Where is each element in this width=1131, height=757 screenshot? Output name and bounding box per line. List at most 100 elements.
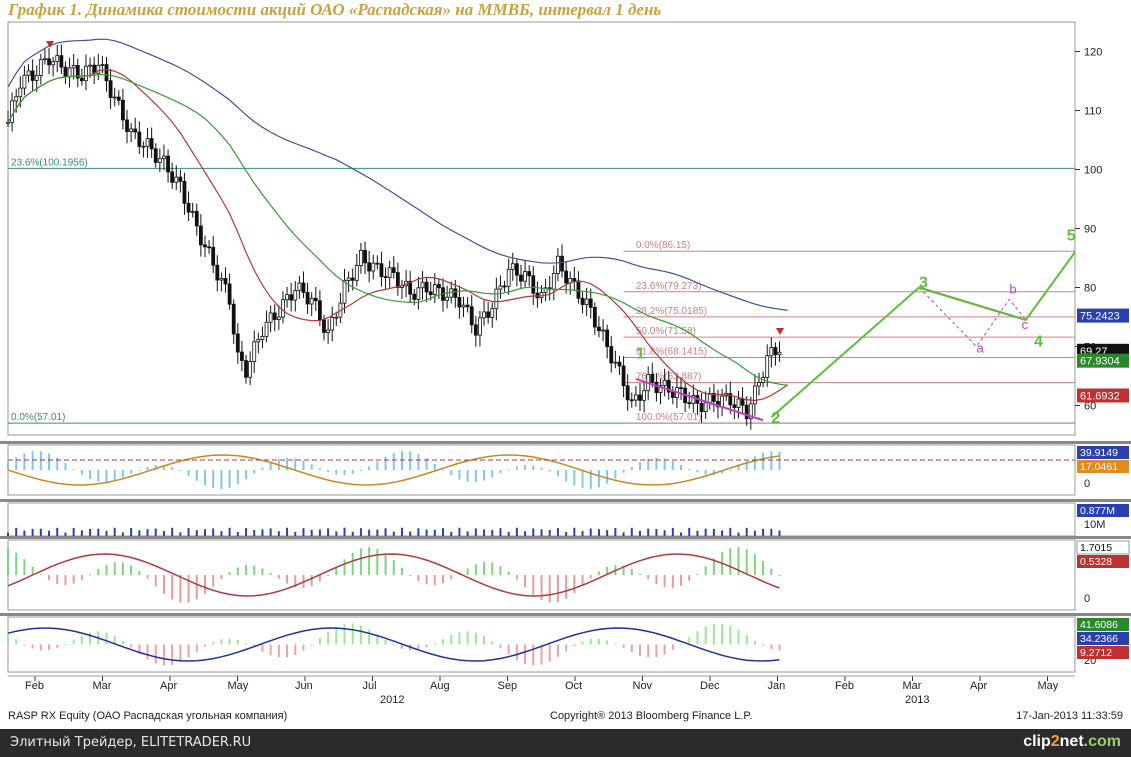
panel-bar	[335, 531, 338, 536]
panel-bar	[48, 530, 51, 536]
candle-body	[387, 267, 392, 278]
panel-bar	[179, 644, 182, 663]
panel-bar	[729, 548, 732, 575]
panel-bar	[228, 470, 231, 488]
candle-body	[112, 96, 117, 99]
candle-body	[354, 265, 359, 281]
panel-bar	[302, 460, 305, 470]
panel-bar	[524, 644, 527, 664]
panel-bar	[23, 530, 26, 536]
panel-bar	[589, 575, 592, 579]
panel-bar	[343, 470, 346, 476]
panel-bar	[343, 559, 346, 575]
candle-body	[453, 288, 458, 298]
candle-body	[597, 326, 601, 332]
panel-bar	[195, 530, 198, 536]
level-label: 23.6%(100.1956)	[11, 157, 88, 168]
panel-bar	[245, 643, 248, 645]
panel-bar	[614, 527, 617, 536]
panel-bar	[491, 562, 494, 575]
panel-bar	[417, 575, 420, 581]
candle-body	[305, 292, 310, 305]
panel-bar	[507, 469, 510, 471]
panel-bar	[499, 566, 502, 575]
candle-body	[162, 155, 166, 160]
candle-body	[769, 347, 774, 357]
panel-bar	[417, 528, 420, 536]
panel-bar	[540, 529, 543, 536]
candle-body	[605, 329, 610, 348]
panel-bar	[762, 528, 765, 536]
panel-bar	[15, 457, 18, 470]
panel-bar	[179, 470, 182, 472]
panel-bar	[327, 631, 330, 645]
panel-bar	[318, 638, 321, 645]
panel-bar	[236, 640, 239, 645]
panel-bar	[130, 565, 133, 575]
panel-bar	[704, 470, 707, 475]
panel-bar	[671, 461, 674, 470]
panel-bar	[400, 567, 403, 575]
candle-body	[621, 365, 626, 387]
candle-body	[149, 138, 154, 150]
candle-body	[449, 288, 454, 298]
panel-bar	[655, 529, 658, 536]
panel-bar	[187, 528, 190, 536]
panel-axis-label: 10M	[1084, 519, 1105, 531]
panel-bar	[228, 527, 231, 536]
panel-bar	[630, 527, 633, 536]
panel-bar	[392, 644, 395, 646]
panel-bar	[524, 575, 527, 588]
price-tag-label: 67.9304	[1080, 356, 1120, 368]
panel-bar	[56, 527, 59, 536]
panel-bar	[778, 644, 781, 651]
panel-bar	[171, 575, 174, 600]
candle-body	[633, 394, 638, 401]
panel-bar	[680, 643, 683, 645]
price-chart: 6070809010011012023.6%(100.1956)0.0%(57.…	[0, 21, 1131, 706]
panel-bar	[433, 575, 436, 586]
panel-bar	[195, 575, 198, 600]
candle-body	[137, 131, 142, 147]
panel-bar	[261, 467, 264, 470]
panel-bar	[499, 470, 502, 474]
panel-bar	[548, 529, 551, 536]
price-panel-frame	[7, 21, 1076, 436]
panel-bar	[302, 644, 305, 651]
panel-bar	[351, 531, 354, 536]
panel-bar	[770, 568, 773, 575]
candle-body	[248, 361, 253, 378]
price-tag-label: 61.6932	[1080, 391, 1120, 403]
panel-bar	[507, 644, 510, 655]
candle-body	[26, 70, 31, 76]
panel-bar	[15, 552, 18, 575]
candle-body	[194, 210, 199, 227]
panel-bar	[64, 463, 67, 470]
panel-bar	[581, 470, 584, 489]
panel-bar	[655, 575, 658, 585]
panel-bar	[359, 470, 362, 471]
candle-body	[629, 399, 634, 402]
candle-body	[170, 171, 175, 183]
wave-label: 3	[919, 275, 928, 292]
panel-bar	[368, 547, 371, 575]
candle-body	[276, 316, 281, 320]
candle-body	[379, 263, 384, 277]
candle-body	[67, 67, 72, 78]
panel-bar	[474, 470, 477, 483]
panel-bar	[409, 451, 412, 470]
candle-body	[108, 80, 113, 98]
panel-bar	[39, 451, 42, 470]
candle-body	[642, 390, 646, 401]
panel-bar	[638, 462, 641, 470]
candle-body	[461, 304, 466, 308]
panel-bar	[162, 530, 165, 536]
candle-body	[330, 317, 335, 331]
panel-bar	[48, 575, 51, 581]
panel-bar	[351, 623, 354, 645]
candle-body	[10, 100, 15, 123]
wave-label: 2	[771, 410, 780, 427]
candle-body	[272, 312, 277, 320]
panel-bar	[187, 644, 190, 658]
fib-label: 0.0%(86.15)	[636, 240, 690, 251]
